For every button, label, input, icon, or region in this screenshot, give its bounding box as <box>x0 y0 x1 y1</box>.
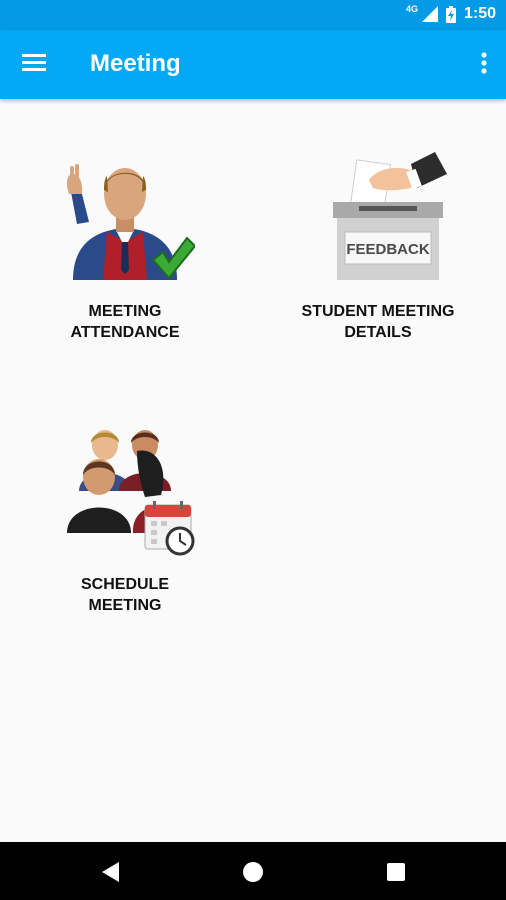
feedback-box-text: FEEDBACK <box>346 241 430 258</box>
tile-schedule-meeting[interactable]: SCHEDULE MEETING <box>25 425 225 616</box>
tile-label: SCHEDULE MEETING <box>80 576 169 614</box>
tile-meeting-attendance[interactable]: MEETING ATTENDANCE <box>25 152 225 343</box>
recents-icon[interactable] <box>383 859 409 885</box>
network-type: 4G <box>405 4 418 14</box>
battery-icon <box>445 5 456 23</box>
app-bar: Meeting <box>0 30 506 99</box>
status-bar: 4G 1:50 <box>0 0 506 30</box>
schedule-meeting-icon <box>66 430 194 556</box>
clock: 1:50 <box>463 5 496 22</box>
page-title: Meeting <box>90 50 181 77</box>
home-icon[interactable] <box>240 859 266 885</box>
signal-icon <box>421 6 438 22</box>
status-icons: 4G 1:50 <box>405 4 496 23</box>
tile-label: MEETING ATTENDANCE <box>70 303 180 341</box>
tile-label: STUDENT MEETING DETAILS <box>301 303 455 341</box>
meeting-attendance-icon <box>66 164 195 280</box>
back-icon[interactable] <box>97 859 123 885</box>
feedback-box-icon: FEEDBACK <box>333 152 447 280</box>
more-vert-icon[interactable] <box>480 50 488 78</box>
tile-student-meeting-details[interactable]: FEEDBACK STUDENT MEETING DETAILS <box>278 152 478 343</box>
navigation-bar <box>0 842 506 900</box>
menu-icon[interactable] <box>22 52 48 74</box>
